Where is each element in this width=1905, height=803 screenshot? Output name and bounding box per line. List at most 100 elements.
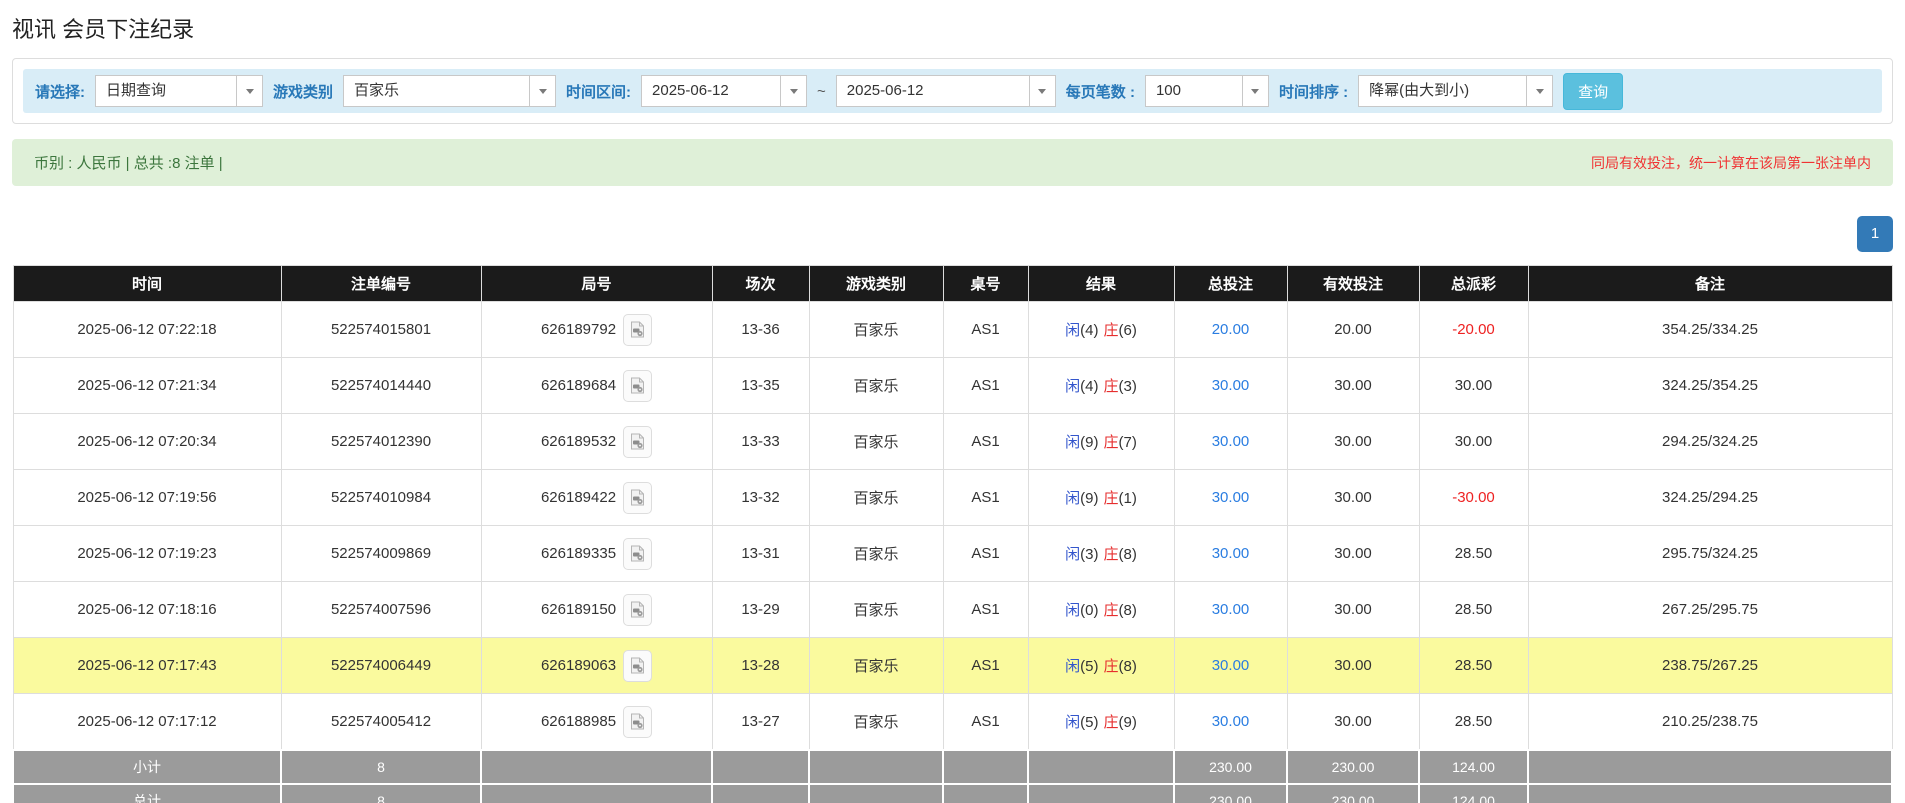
table-row: 2025-06-12 07:20:34 522574012390 626189532…	[12, 413, 1893, 470]
summary-currency-count: 币别 : 人民币 | 总共 :8 注单 |	[34, 155, 223, 172]
result-player: 闲	[1065, 490, 1081, 507]
footer-game	[808, 783, 944, 803]
cell-valid-bet: 30.00	[1286, 413, 1420, 470]
result-banker-score: (9)	[1118, 714, 1137, 731]
video-replay-icon	[631, 321, 645, 338]
cell-game-type: 百家乐	[808, 525, 944, 582]
page-button-1[interactable]: 1	[1857, 216, 1893, 252]
caret-down-icon[interactable]	[780, 76, 807, 106]
cell-bet-id: 522574009869	[280, 525, 482, 582]
cell-time: 2025-06-12 07:19:56	[12, 469, 282, 526]
video-replay-button[interactable]	[623, 705, 653, 738]
round-number: 626189792	[540, 321, 617, 338]
total-bet-link[interactable]: 30.00	[1212, 377, 1250, 394]
video-replay-button[interactable]	[623, 369, 653, 402]
cell-remark: 238.75/267.25	[1527, 637, 1893, 694]
cell-result: 闲(0) 庄(8)	[1027, 581, 1175, 638]
cell-valid-bet: 30.00	[1286, 693, 1420, 751]
date-range-label: 时间区间:	[566, 83, 632, 101]
cell-total-bet: 30.00	[1173, 637, 1288, 694]
footer-count: 8	[280, 749, 482, 785]
cell-game-type: 百家乐	[808, 693, 944, 751]
caret-down-icon[interactable]	[1028, 76, 1055, 106]
total-bet-link[interactable]: 30.00	[1212, 657, 1250, 674]
cell-bet-id: 522574010984	[280, 469, 482, 526]
column-header: 注单编号	[280, 265, 482, 302]
table-row: 2025-06-12 07:17:43 522574006449 626189063…	[12, 637, 1893, 694]
table-body: 2025-06-12 07:22:18 522574015801 626189792…	[12, 301, 1893, 751]
result-banker-score: (8)	[1118, 546, 1137, 563]
cell-game-type: 百家乐	[808, 469, 944, 526]
video-replay-button[interactable]	[623, 649, 653, 682]
video-replay-button[interactable]	[623, 425, 653, 458]
result-player-score: (0)	[1080, 602, 1099, 619]
date-from-value: 2025-06-12	[652, 82, 729, 99]
cell-round: 626189335	[480, 525, 713, 582]
search-button[interactable]: 查询	[1563, 72, 1624, 110]
cell-total-bet: 30.00	[1173, 357, 1288, 414]
round-number: 626189335	[540, 545, 617, 562]
cell-remark: 267.25/295.75	[1527, 581, 1893, 638]
cell-total-bet: 30.00	[1173, 525, 1288, 582]
cell-round: 626189532	[480, 413, 713, 470]
cell-remark: 295.75/324.25	[1527, 525, 1893, 582]
video-replay-icon	[631, 489, 645, 506]
total-bet-link[interactable]: 30.00	[1212, 489, 1250, 506]
caret-down-icon[interactable]	[529, 76, 556, 106]
cell-remark: 294.25/324.25	[1527, 413, 1893, 470]
game-type-select-value: 百家乐	[354, 82, 400, 99]
total-bet-link[interactable]: 30.00	[1212, 433, 1250, 450]
result-player: 闲	[1065, 434, 1081, 451]
cell-result: 闲(4) 庄(6)	[1027, 301, 1175, 358]
cell-session: 13-32	[711, 469, 810, 526]
filter-bar: 请选择: 日期查询 游戏类别 百家乐 时间区间: 2025-06-12 ~ 20…	[23, 69, 1882, 113]
column-header: 总派彩	[1418, 265, 1529, 302]
sort-select[interactable]: 降幂(由大到小)	[1358, 75, 1554, 107]
video-replay-button[interactable]	[623, 537, 653, 570]
total-row: 总计 8 230.00 230.00 124.00	[12, 783, 1893, 803]
result-player: 闲	[1065, 658, 1081, 675]
table-head: 时间 注单编号 局号 场次 游戏类别 桌号 结果 总投注 有效投注 总派彩 备注	[12, 265, 1893, 302]
date-to-picker[interactable]: 2025-06-12	[835, 75, 1056, 107]
cell-bet-id: 522574005412	[280, 693, 482, 751]
caret-down-icon[interactable]	[1526, 76, 1553, 106]
cell-round: 626189150	[480, 581, 713, 638]
result-banker-score: (1)	[1118, 490, 1137, 507]
betting-records-table: 时间 注单编号 局号 场次 游戏类别 桌号 结果 总投注 有效投注 总派彩 备注 2025-06-1…	[12, 265, 1893, 803]
cell-payout: 30.00	[1418, 413, 1529, 470]
total-bet-link[interactable]: 30.00	[1212, 545, 1250, 562]
table-row: 2025-06-12 07:19:23 522574009869 626189335…	[12, 525, 1893, 582]
caret-down-icon[interactable]	[236, 76, 262, 106]
video-replay-button[interactable]	[623, 481, 653, 514]
cell-game-type: 百家乐	[808, 413, 944, 470]
query-type-select-value: 日期查询	[106, 82, 167, 99]
footer-table-no	[942, 783, 1029, 803]
round-number: 626188985	[540, 713, 617, 730]
total-bet-link[interactable]: 20.00	[1212, 321, 1250, 338]
cell-total-bet: 30.00	[1173, 693, 1288, 751]
result-player: 闲	[1065, 378, 1081, 395]
video-replay-button[interactable]	[623, 593, 653, 626]
result-player-score: (9)	[1080, 490, 1099, 507]
video-replay-button[interactable]	[623, 313, 653, 346]
cell-game-type: 百家乐	[808, 581, 944, 638]
query-type-select[interactable]: 日期查询	[95, 75, 263, 107]
cell-valid-bet: 30.00	[1286, 525, 1420, 582]
caret-down-icon[interactable]	[1241, 76, 1268, 106]
result-player-score: (5)	[1080, 658, 1099, 675]
table-row: 2025-06-12 07:22:18 522574015801 626189792…	[12, 301, 1893, 358]
column-header: 局号	[480, 265, 713, 302]
footer-result	[1027, 749, 1175, 785]
result-banker-score: (3)	[1118, 378, 1137, 395]
total-bet-link[interactable]: 30.00	[1212, 713, 1250, 730]
total-bet-link[interactable]: 30.00	[1212, 601, 1250, 618]
date-from-picker[interactable]: 2025-06-12	[641, 75, 808, 107]
page-size-select[interactable]: 100	[1144, 75, 1269, 107]
game-type-label: 游戏类别	[273, 83, 334, 101]
cell-valid-bet: 30.00	[1286, 469, 1420, 526]
page: 视讯 会员下注纪录 请选择: 日期查询 游戏类别 百家乐 时间区间: 2025-…	[0, 0, 1905, 803]
subtotal-row: 小计 8 230.00 230.00 124.00	[12, 749, 1893, 785]
game-type-select[interactable]: 百家乐	[343, 75, 557, 107]
result-banker: 庄	[1103, 322, 1119, 339]
cell-table-no: AS1	[942, 413, 1029, 470]
